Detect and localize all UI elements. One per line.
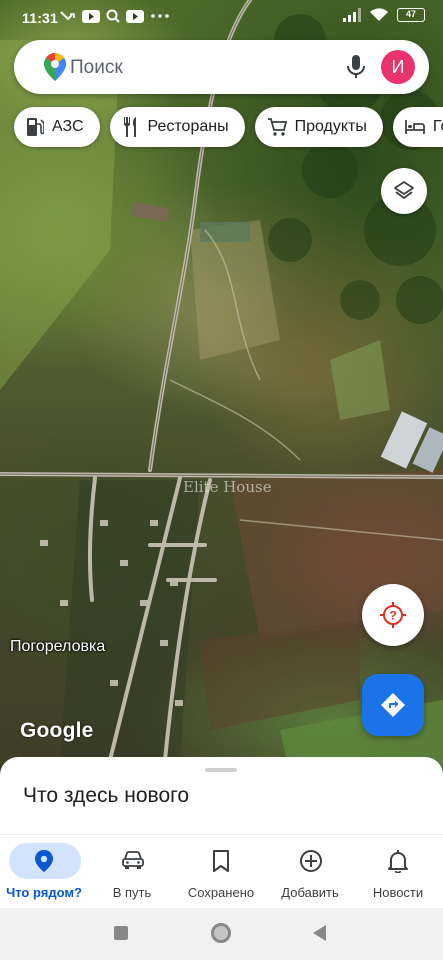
nav-contribute[interactable]: Добавить <box>266 839 354 905</box>
search-bar[interactable]: Поиск И <box>14 40 429 94</box>
wifi-icon <box>370 8 388 21</box>
explore-bottom-sheet[interactable]: Что здесь нового <box>0 757 443 837</box>
microphone-icon[interactable] <box>347 55 365 79</box>
status-time: 11:31 <box>22 10 59 26</box>
sheet-title: Что здесь нового <box>23 784 190 807</box>
nav-go[interactable]: В путь <box>88 839 176 905</box>
directions-button[interactable] <box>362 674 424 736</box>
account-avatar[interactable]: И <box>381 50 415 84</box>
add-circle-icon <box>300 850 322 872</box>
signal-icon <box>343 8 361 22</box>
more-notifications-icon <box>151 14 169 18</box>
hotel-bed-icon <box>404 120 425 134</box>
location-unknown-icon: ? <box>380 602 406 628</box>
category-chips: АЗС Рестораны Продукты Го <box>14 107 443 147</box>
chip-gas-station[interactable]: АЗС <box>14 107 100 147</box>
recent-apps-icon[interactable] <box>114 926 128 940</box>
restaurant-icon <box>123 117 136 137</box>
google-logo: Google <box>20 719 94 742</box>
nav-updates[interactable]: Новости <box>354 839 442 905</box>
battery-icon: 47 <box>397 8 425 22</box>
sheet-drag-handle[interactable] <box>205 768 237 772</box>
missed-call-icon <box>60 11 75 21</box>
youtube-icon <box>82 9 100 23</box>
chip-label: Продукты <box>294 118 367 135</box>
google-maps-logo-icon <box>44 53 66 81</box>
gas-station-icon <box>27 118 44 136</box>
chip-label: Го <box>432 118 443 135</box>
nav-label: Новости <box>372 885 424 900</box>
bookmark-icon <box>213 850 229 872</box>
home-icon[interactable] <box>211 923 231 943</box>
shopping-cart-icon <box>267 118 287 136</box>
layers-icon <box>394 181 414 199</box>
car-icon <box>122 851 144 869</box>
youtube-icon-2 <box>126 9 144 23</box>
search-input[interactable]: Поиск <box>70 57 123 79</box>
my-location-button[interactable]: ? <box>362 584 424 646</box>
bell-icon <box>388 850 408 873</box>
status-bar: 11:31 47 <box>0 0 443 36</box>
chip-label: Рестораны <box>147 118 229 135</box>
svg-text:?: ? <box>389 609 396 623</box>
place-label[interactable]: Погореловка <box>10 638 105 656</box>
directions-icon <box>381 693 405 717</box>
chip-hotels[interactable]: Го <box>392 107 443 147</box>
layers-button[interactable] <box>381 168 427 214</box>
chip-restaurants[interactable]: Рестораны <box>109 107 245 147</box>
nav-saved[interactable]: Сохранено <box>177 839 265 905</box>
status-notification-icons <box>60 9 170 23</box>
location-pin-icon <box>35 850 53 872</box>
map-watermark: Elite House <box>183 478 272 496</box>
bottom-navigation: Что рядом? В путь Сохранено Добавить Нов… <box>0 834 443 908</box>
chip-groceries[interactable]: Продукты <box>254 107 383 147</box>
search-notification-icon <box>106 9 120 23</box>
status-system-icons: 47 <box>343 8 425 22</box>
system-navigation-bar <box>0 908 443 960</box>
chip-label: АЗС <box>52 118 84 135</box>
back-icon[interactable] <box>313 925 326 941</box>
nav-explore[interactable]: Что рядом? <box>0 839 88 905</box>
